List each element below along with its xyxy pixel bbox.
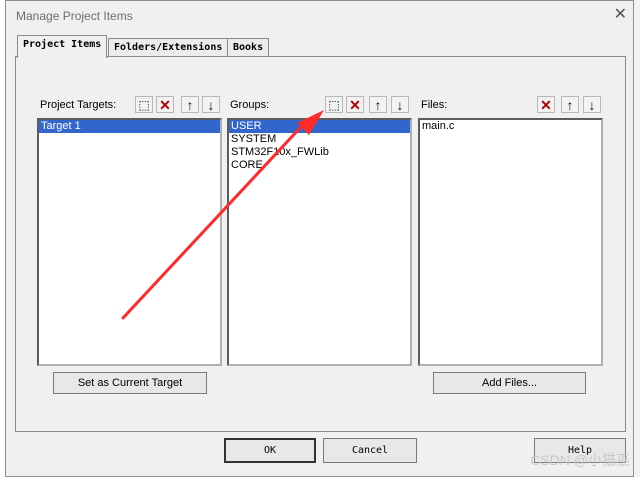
tab-books[interactable]: Books bbox=[227, 38, 270, 57]
move-down-file-icon[interactable]: ↓ bbox=[583, 96, 601, 113]
list-item-group[interactable]: CORE bbox=[229, 159, 410, 172]
tab-project-items[interactable]: Project Items bbox=[17, 35, 108, 58]
move-down-group-icon[interactable]: ↓ bbox=[391, 96, 409, 113]
move-up-group-icon[interactable]: ↑ bbox=[369, 96, 387, 113]
list-item-group[interactable]: SYSTEM bbox=[229, 133, 410, 146]
new-target-icon[interactable]: ⬚ bbox=[135, 96, 153, 113]
watermark: CSDN @小猫巫 bbox=[530, 452, 630, 468]
cancel-button[interactable]: Cancel bbox=[323, 438, 417, 463]
add-files-button[interactable]: Add Files... bbox=[433, 372, 586, 394]
delete-file-icon[interactable]: ✕ bbox=[537, 96, 555, 113]
dialog-title: Manage Project Items bbox=[16, 9, 133, 23]
move-down-target-icon[interactable]: ↓ bbox=[202, 96, 220, 113]
move-up-target-icon[interactable]: ↑ bbox=[181, 96, 199, 113]
list-item-file[interactable]: main.c bbox=[420, 120, 601, 133]
groups-label: Groups: bbox=[230, 99, 270, 111]
files-label: Files: bbox=[421, 99, 448, 111]
move-up-file-icon[interactable]: ↑ bbox=[561, 96, 579, 113]
close-icon[interactable]: ✕ bbox=[614, 5, 627, 25]
set-as-current-target-button[interactable]: Set as Current Target bbox=[53, 372, 207, 394]
tab-folders-extensions[interactable]: Folders/Extensions bbox=[108, 38, 229, 57]
delete-group-icon[interactable]: ✕ bbox=[346, 96, 364, 113]
list-item-target[interactable]: Target 1 bbox=[39, 120, 220, 133]
list-item-group[interactable]: USER bbox=[229, 120, 410, 133]
groups-list[interactable]: USER SYSTEM STM32F10x_FWLib CORE bbox=[227, 118, 412, 366]
files-list[interactable]: main.c bbox=[418, 118, 603, 366]
ok-button[interactable]: OK bbox=[224, 438, 316, 463]
new-group-icon[interactable]: ⬚ bbox=[325, 96, 343, 113]
delete-target-icon[interactable]: ✕ bbox=[156, 96, 174, 113]
project-targets-list[interactable]: Target 1 bbox=[37, 118, 222, 366]
project-targets-label: Project Targets: bbox=[40, 99, 117, 111]
list-item-group[interactable]: STM32F10x_FWLib bbox=[229, 146, 410, 159]
